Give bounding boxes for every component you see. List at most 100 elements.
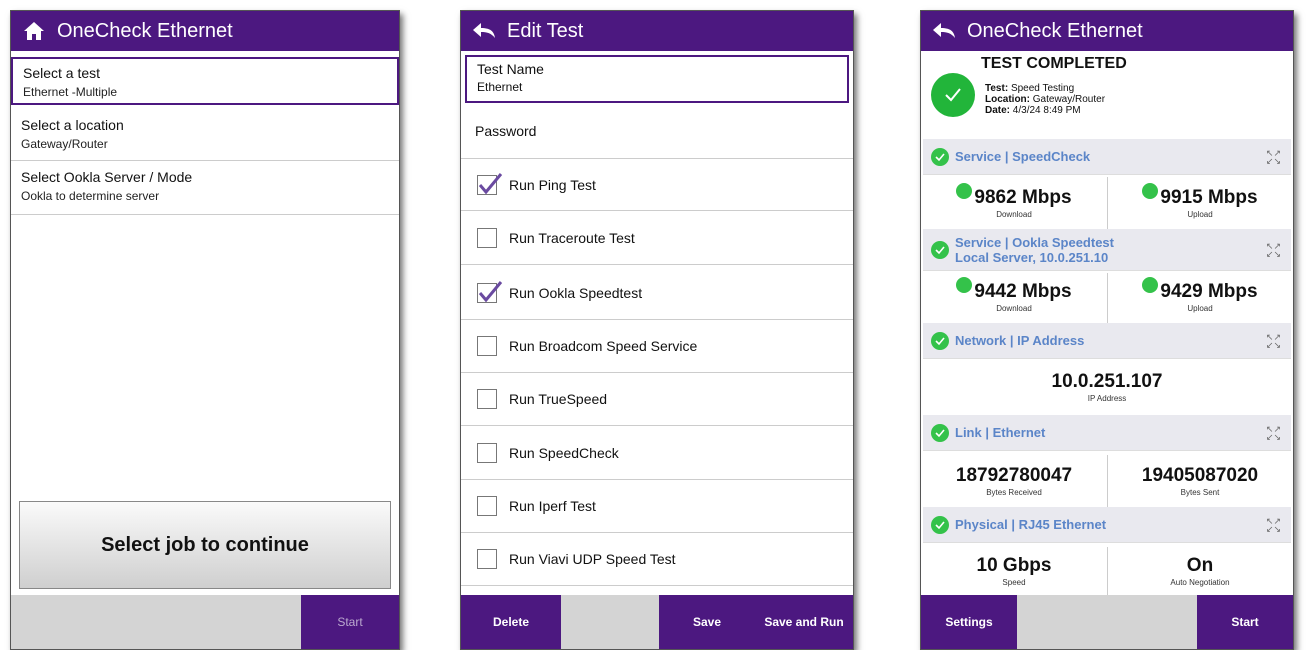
status-check-icon xyxy=(931,147,949,166)
save-button[interactable]: Save xyxy=(659,595,755,649)
download-value: 9442 Mbps xyxy=(974,281,1072,302)
checkbox-checked[interactable] xyxy=(477,280,503,303)
date-label: Date: xyxy=(985,105,1011,116)
option-label: Run Traceroute Test xyxy=(509,230,635,246)
checkbox-unchecked[interactable] xyxy=(477,549,497,569)
bytes-received-label: Bytes Received xyxy=(986,488,1042,497)
option-label: Run TrueSpeed xyxy=(509,391,608,407)
checkbox-checked[interactable] xyxy=(477,172,503,195)
option-label: Run Ookla Speedtest xyxy=(509,284,643,301)
select-job-button[interactable]: Select job to continue xyxy=(19,501,391,589)
option-row[interactable]: Run SpeedCheck xyxy=(461,426,853,480)
network-ip: 10.0.251.107 IP Address xyxy=(921,371,1293,403)
checkbox-unchecked[interactable] xyxy=(477,389,497,409)
upload-value: 9915 Mbps xyxy=(1160,187,1258,208)
option-label: Run Broadcom Speed Service xyxy=(509,338,698,354)
upload-label: Upload xyxy=(1187,210,1213,219)
status-check-icon xyxy=(931,423,949,442)
ookla-upload: 9429 Mbps Upload xyxy=(1107,277,1293,313)
screen-edit-test: Edit Test Test Name Ethernet Password Ru… xyxy=(460,10,854,650)
section-ookla[interactable]: Service | Ookla Speedtest Local Server, … xyxy=(923,229,1291,271)
speed-value: 10 Gbps xyxy=(976,555,1052,576)
start-button[interactable]: Start xyxy=(1197,595,1293,649)
page-title: OneCheck Ethernet xyxy=(967,19,1143,42)
upload-label: Upload xyxy=(1187,304,1213,313)
option-label: Run SpeedCheck xyxy=(509,444,619,461)
page-title: Edit Test xyxy=(507,19,584,42)
expand-icon[interactable]: ↖↗ ↙↘ xyxy=(1266,332,1281,349)
option-row[interactable]: Run Traceroute Test xyxy=(461,212,853,265)
download-label: Download xyxy=(996,304,1032,313)
screen-select-test: OneCheck Ethernet Select a test Ethernet… xyxy=(10,10,400,650)
home-icon[interactable] xyxy=(11,20,57,42)
speed-label: Speed xyxy=(1002,578,1026,587)
section-physical[interactable]: Physical | RJ45 Ethernet ↖↗ ↙↘ xyxy=(923,507,1291,543)
expand-icon[interactable]: ↖↗ ↙↘ xyxy=(1266,148,1281,165)
ip-label: IP Address xyxy=(1087,394,1127,403)
checkbox-unchecked[interactable] xyxy=(477,228,497,248)
checkbox-unchecked[interactable] xyxy=(477,442,497,463)
section-subtitle: Local Server, 10.0.251.10 xyxy=(955,249,1109,265)
back-arrow-icon[interactable] xyxy=(921,21,967,41)
save-and-run-button[interactable]: Save and Run xyxy=(755,595,853,649)
status-check-icon xyxy=(931,240,949,259)
section-speedcheck[interactable]: Service | SpeedCheck ↖↗ ↙↘ xyxy=(923,139,1291,175)
status-check-icon xyxy=(931,331,949,350)
select-test-label: Select a test xyxy=(23,65,101,81)
expand-icon[interactable]: ↖↗ ↙↘ xyxy=(1266,241,1281,258)
status-check-icon xyxy=(1142,277,1159,293)
delete-button[interactable]: Delete xyxy=(461,595,561,649)
checkbox-unchecked[interactable] xyxy=(477,496,497,516)
completed-check-icon xyxy=(931,73,975,117)
select-test-value: Ethernet -Multiple xyxy=(23,85,118,99)
option-row[interactable]: Run TrueSpeed xyxy=(461,373,853,426)
checkbox-unchecked[interactable] xyxy=(477,336,497,356)
bottom-bar: Delete Save Save and Run xyxy=(461,595,853,649)
test-name-label: Test Name xyxy=(477,61,544,77)
option-row[interactable]: Run Broadcom Speed Service xyxy=(461,320,853,373)
section-title: Service | SpeedCheck xyxy=(955,149,1091,164)
section-title: Link | Ethernet xyxy=(955,425,1046,440)
expand-icon[interactable]: ↖↗ ↙↘ xyxy=(1266,516,1281,533)
autoneg-value: On xyxy=(1186,555,1214,576)
section-title: Network | IP Address xyxy=(955,333,1085,348)
location-label: Location: xyxy=(985,94,1030,105)
bytes-sent-label: Bytes Sent xyxy=(1180,488,1220,497)
test-name-value: Ethernet xyxy=(477,80,523,94)
option-row[interactable]: Run Ookla Speedtest xyxy=(461,266,853,320)
status-check-icon xyxy=(1142,183,1159,199)
option-label: Run Ping Test xyxy=(509,176,596,193)
bottom-bar: Settings Start xyxy=(921,595,1293,649)
expand-icon[interactable]: ↖↗ ↙↘ xyxy=(1266,424,1281,441)
password-label: Password xyxy=(475,122,537,139)
status-check-icon xyxy=(931,515,949,534)
date-value: 4/3/24 8:49 PM xyxy=(1012,105,1081,116)
option-row[interactable]: Run Iperf Test xyxy=(461,480,853,533)
password-field[interactable]: Password xyxy=(461,103,853,159)
section-network[interactable]: Network | IP Address ↖↗ ↙↘ xyxy=(923,323,1291,359)
section-title: Service | Ookla Speedtest xyxy=(955,234,1114,250)
select-location-label: Select a location xyxy=(21,117,124,133)
test-name-field[interactable]: Test Name Ethernet xyxy=(465,55,849,103)
status-check-icon xyxy=(956,277,973,293)
section-link[interactable]: Link | Ethernet ↖↗ ↙↘ xyxy=(923,415,1291,451)
option-row[interactable]: Run Ping Test xyxy=(461,159,853,211)
app-header: Edit Test xyxy=(461,11,853,51)
select-test-item[interactable]: Select a test Ethernet -Multiple xyxy=(11,57,399,105)
app-header: OneCheck Ethernet xyxy=(11,11,399,51)
select-server-item[interactable]: Select Ookla Server / Mode Ookla to dete… xyxy=(11,163,399,215)
upload-value: 9429 Mbps xyxy=(1160,281,1258,302)
settings-button[interactable]: Settings xyxy=(921,595,1017,649)
bytes-received-value: 18792780047 xyxy=(955,465,1073,486)
section-title: Physical | RJ45 Ethernet xyxy=(955,517,1107,532)
download-value: 9862 Mbps xyxy=(974,187,1072,208)
physical-speed: 10 Gbps Speed xyxy=(921,555,1107,587)
back-arrow-icon[interactable] xyxy=(461,21,507,41)
bottom-bar: Start xyxy=(11,595,399,649)
select-location-item[interactable]: Select a location Gateway/Router xyxy=(11,111,399,161)
option-row[interactable]: Run Viavi UDP Speed Test xyxy=(461,533,853,586)
link-sent: 19405087020 Bytes Sent xyxy=(1107,465,1293,497)
status-check-icon xyxy=(956,183,973,199)
select-server-label: Select Ookla Server / Mode xyxy=(21,169,193,185)
start-button[interactable]: Start xyxy=(301,595,399,649)
